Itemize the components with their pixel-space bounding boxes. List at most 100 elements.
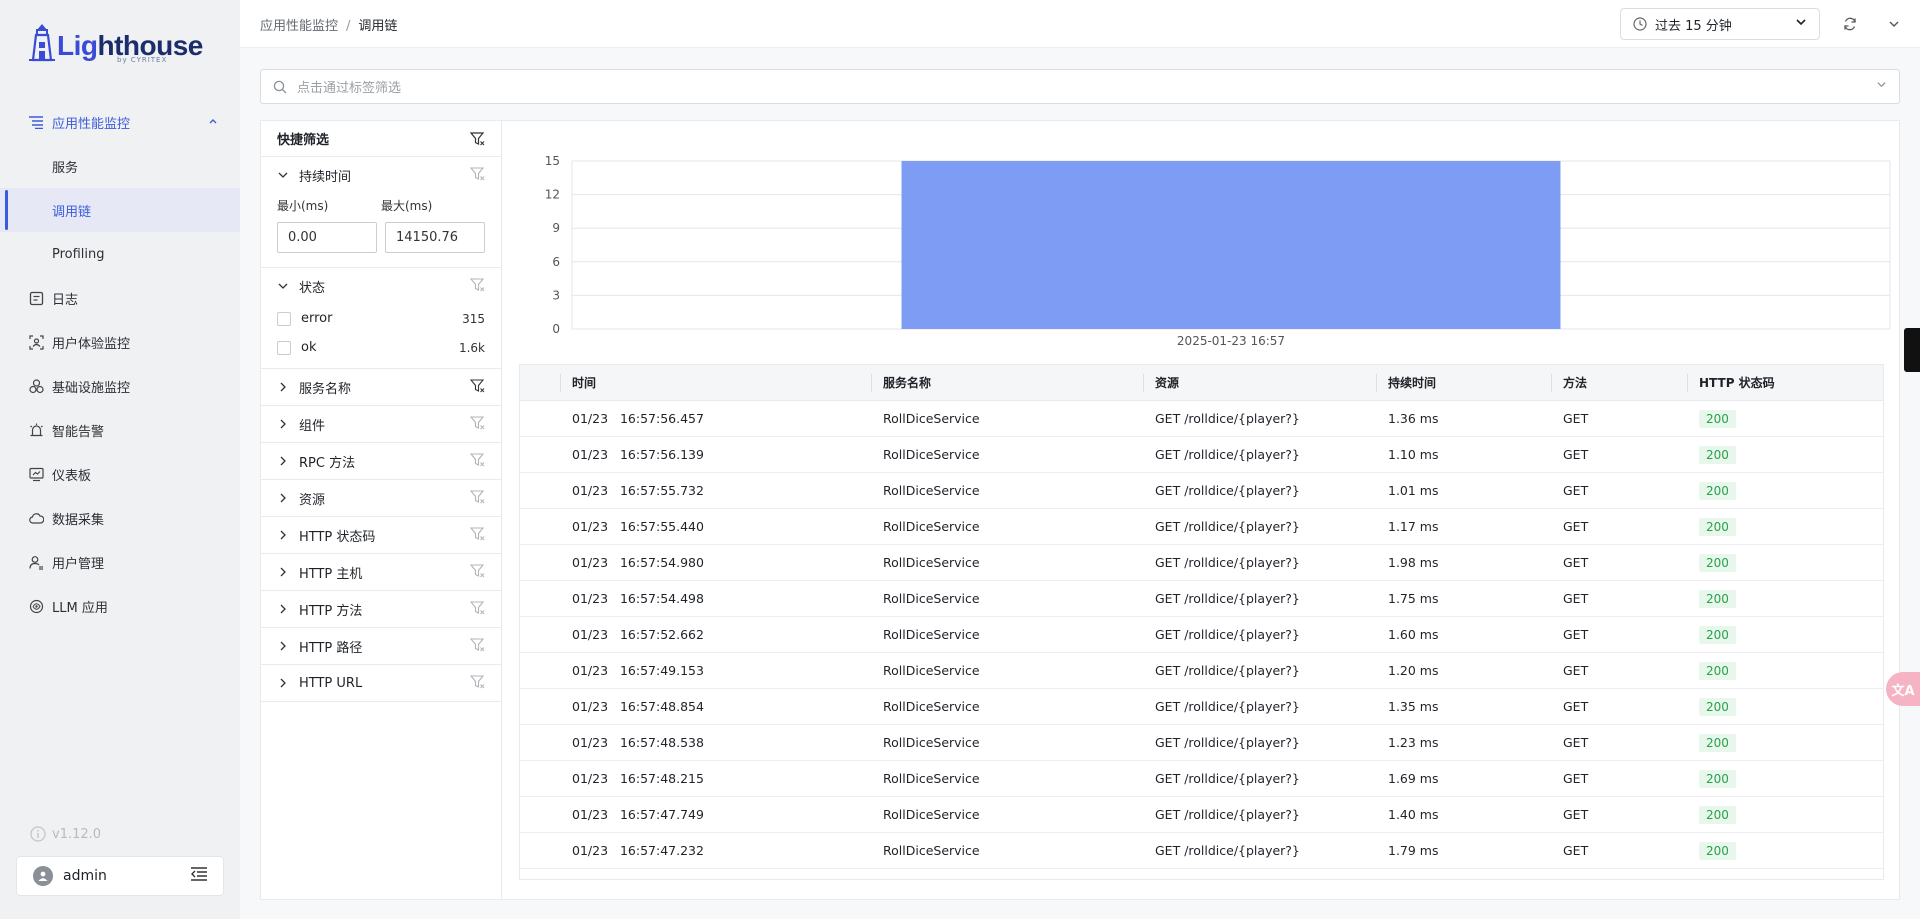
filter-clear-icon[interactable] xyxy=(469,379,485,397)
filter-section-header[interactable]: 持续时间 xyxy=(261,157,501,193)
column-header-resource[interactable]: 资源 xyxy=(1143,365,1376,401)
cloud-icon xyxy=(28,510,44,526)
sidebar-item[interactable]: 用户管理 xyxy=(0,540,240,584)
cell-method: GET xyxy=(1563,663,1589,678)
column-header-http-status[interactable]: HTTP 状态码 xyxy=(1687,365,1883,401)
column-header-duration[interactable]: 持续时间 xyxy=(1376,365,1551,401)
sidebar-item-label: 数据采集 xyxy=(52,512,105,528)
filter-clear-icon[interactable] xyxy=(469,490,485,508)
cell-date: 01/23 xyxy=(572,447,609,462)
user-menu[interactable]: admin xyxy=(16,856,224,896)
sidebar-item[interactable]: 日志 xyxy=(0,276,240,320)
cell-time: 01/23 16:57:48.854 xyxy=(560,699,871,714)
duration-min-input[interactable] xyxy=(277,222,377,253)
filter-section-header[interactable]: HTTP 方法 xyxy=(261,591,501,627)
table-row[interactable]: 01/23 16:57:47.232 RollDiceService GET /ro… xyxy=(520,833,1883,869)
translate-widget-button[interactable]: 文A xyxy=(1886,672,1920,706)
table-row[interactable]: 01/23 16:57:48.854 RollDiceService GET /ro… xyxy=(520,689,1883,725)
cell-service: RollDiceService xyxy=(883,555,980,570)
tag-filter-input[interactable]: 点击通过标签筛选 xyxy=(260,69,1900,104)
cell-resource: GET /rolldice/{player?} xyxy=(1155,699,1300,714)
filter-clear-icon[interactable] xyxy=(469,527,485,545)
chevron-right-icon xyxy=(277,603,291,615)
table-row[interactable]: 01/23 16:57:54.980 RollDiceService GET /ro… xyxy=(520,545,1883,581)
status-option[interactable]: error 315 xyxy=(261,304,501,333)
info-icon xyxy=(30,826,46,842)
filter-section-header[interactable]: 状态 xyxy=(261,268,501,304)
main-panel: 快捷筛选 持续时间 最小(ms) 最大(ms) 状态 xyxy=(260,120,1900,900)
filter-section-status: 状态 error 315 ok 1.6k xyxy=(261,268,501,369)
filter-section-header[interactable]: HTTP URL xyxy=(261,665,501,701)
column-header-service[interactable]: 服务名称 xyxy=(871,365,1143,401)
table-row[interactable]: 01/23 16:57:56.139 RollDiceService GET /ro… xyxy=(520,437,1883,473)
sidebar-item[interactable]: 智能告警 xyxy=(0,408,240,452)
nav-item-apm[interactable]: 应用性能监控 xyxy=(0,100,240,144)
table-row[interactable]: 01/23 16:57:48.538 RollDiceService GET /ro… xyxy=(520,725,1883,761)
table-row[interactable]: 01/23 16:57:47.749 RollDiceService GET /ro… xyxy=(520,797,1883,833)
sidebar-subitem[interactable]: 调用链 xyxy=(0,188,240,232)
filter-section-header[interactable]: 服务名称 xyxy=(261,369,501,405)
sidebar-item[interactable]: 仪表板 xyxy=(0,452,240,496)
table-row[interactable]: 01/23 16:57:56.457 RollDiceService GET /ro… xyxy=(520,401,1883,437)
column-header-method[interactable]: 方法 xyxy=(1551,365,1687,401)
filter-clear-icon[interactable] xyxy=(469,601,485,619)
checkbox[interactable] xyxy=(277,311,291,326)
filter-section-header[interactable]: HTTP 路径 xyxy=(261,628,501,664)
sidebar-item-label: 用户管理 xyxy=(52,556,105,572)
duration-max-input[interactable] xyxy=(385,222,485,253)
filter-clear-icon[interactable] xyxy=(469,675,485,693)
sidebar-subitem[interactable]: Profiling xyxy=(0,232,240,276)
filter-clear-icon[interactable] xyxy=(469,278,485,296)
sidebar-subitem[interactable]: 服务 xyxy=(0,144,240,188)
status-badge: 200 xyxy=(1699,589,1736,608)
sidebar-item[interactable]: LLM 应用 xyxy=(0,584,240,628)
table-row[interactable]: 01/23 16:57:48.215 RollDiceService GET /ro… xyxy=(520,761,1883,797)
table-row[interactable]: 01/23 16:57:52.662 RollDiceService GET /ro… xyxy=(520,617,1883,653)
status-option[interactable]: ok 1.6k xyxy=(261,333,501,362)
filter-section-header[interactable]: RPC 方法 xyxy=(261,443,501,479)
version-text: v1.12.0 xyxy=(52,826,102,842)
refresh-options-button[interactable] xyxy=(1884,14,1904,34)
logo[interactable]: Lighthouse by CYRITEX xyxy=(27,22,203,64)
breadcrumb-root[interactable]: 应用性能监控 xyxy=(260,19,338,34)
filter-section-header[interactable]: 资源 xyxy=(261,480,501,516)
filter-clear-icon[interactable] xyxy=(469,564,485,582)
filter-clear-icon[interactable] xyxy=(469,167,485,185)
cell-method: GET xyxy=(1563,555,1589,570)
cell-resource: GET /rolldice/{player?} xyxy=(1155,483,1300,498)
sidebar-item[interactable]: 数据采集 xyxy=(0,496,240,540)
checkbox[interactable] xyxy=(277,340,291,355)
status-badge: 200 xyxy=(1699,841,1736,860)
table-row[interactable]: 01/23 16:57:49.153 RollDiceService GET /ro… xyxy=(520,653,1883,689)
cell-resource: GET /rolldice/{player?} xyxy=(1155,411,1300,426)
time-range-select[interactable]: 过去 15 分钟 xyxy=(1620,8,1820,40)
table-row[interactable]: 01/23 16:57:54.498 RollDiceService GET /ro… xyxy=(520,581,1883,617)
cell-http-status: 200 xyxy=(1687,805,1883,824)
cell-service: RollDiceService xyxy=(883,447,980,462)
table-row[interactable]: 01/23 16:57:55.732 RollDiceService GET /ro… xyxy=(520,473,1883,509)
filter-section-header[interactable]: 组件 xyxy=(261,406,501,442)
sidebar-item[interactable]: 用户体验监控 xyxy=(0,320,240,364)
filter-clear-icon[interactable] xyxy=(469,638,485,656)
column-header-time[interactable]: 时间 xyxy=(560,365,871,401)
refresh-button[interactable] xyxy=(1840,14,1860,34)
filter-section-header[interactable]: HTTP 状态码 xyxy=(261,517,501,553)
cell-timestamp: 16:57:48.538 xyxy=(619,735,704,750)
chevron-right-icon xyxy=(277,640,291,652)
search-placeholder: 点击通过标签筛选 xyxy=(297,81,402,96)
filter-clear-icon[interactable] xyxy=(469,416,485,434)
breadcrumb-current: 调用链 xyxy=(358,19,398,34)
table-row[interactable]: 01/23 16:57:55.440 RollDiceService GET /ro… xyxy=(520,509,1883,545)
y-tick-label: 6 xyxy=(552,255,560,269)
side-widget-tab[interactable] xyxy=(1904,328,1920,372)
chevron-up-icon[interactable] xyxy=(208,115,218,130)
cell-time: 01/23 16:57:55.440 xyxy=(560,519,871,534)
filter-clear-icon[interactable] xyxy=(469,132,485,150)
filter-clear-icon[interactable] xyxy=(469,453,485,471)
sidebar-item[interactable]: 基础设施监控 xyxy=(0,364,240,408)
filter-section-header[interactable]: HTTP 主机 xyxy=(261,554,501,590)
filter-section-title: 状态 xyxy=(299,280,326,296)
refresh-icon xyxy=(1844,17,1856,31)
cell-date: 01/23 xyxy=(572,411,609,426)
collapse-menu-icon[interactable] xyxy=(191,867,207,885)
